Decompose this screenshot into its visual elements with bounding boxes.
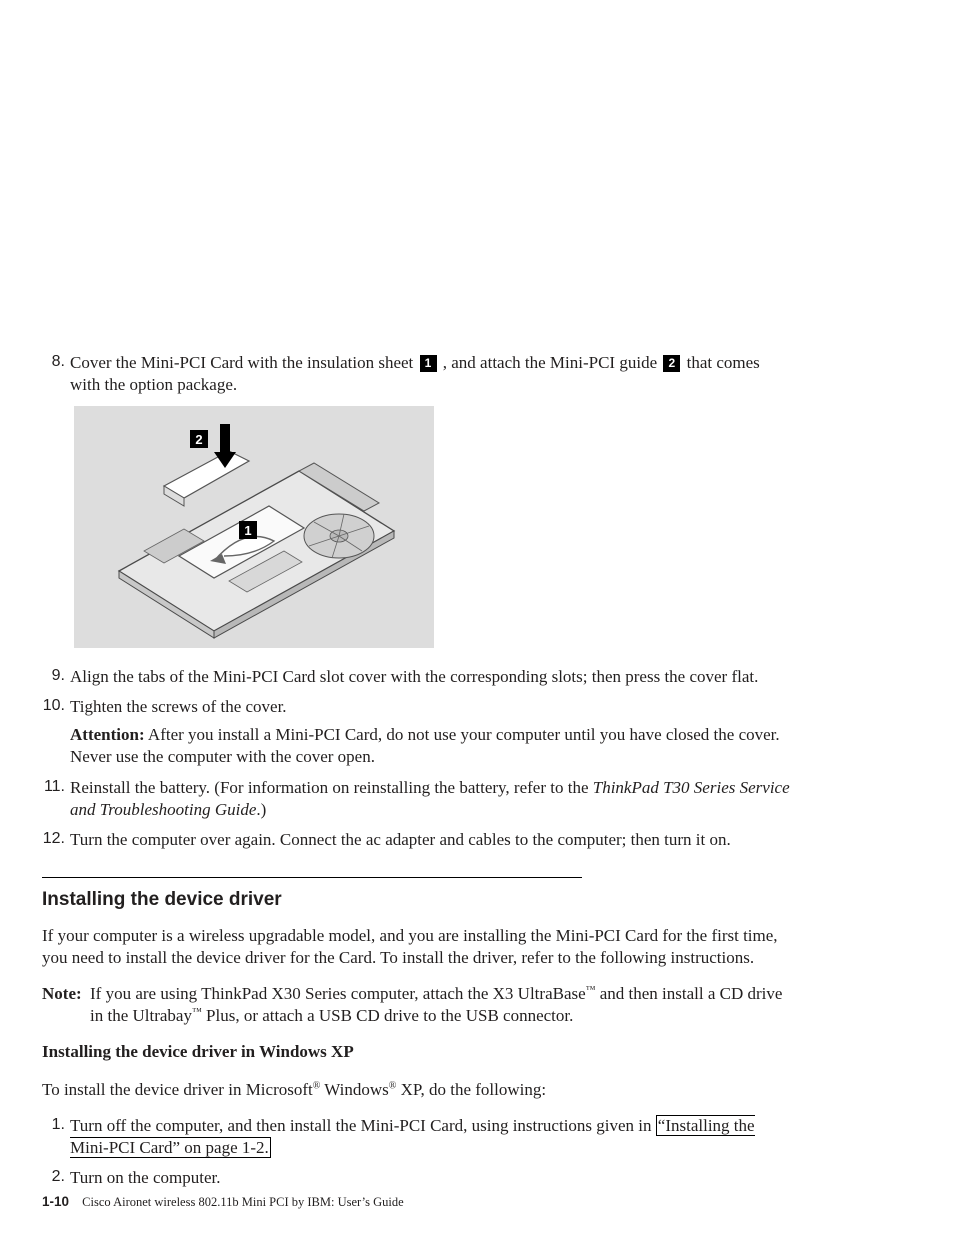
step-number: 10. [42,696,70,768]
step-9: 9. Align the tabs of the Mini-PCI Card s… [42,666,794,688]
note-label: Note: [42,983,90,1027]
intro-paragraph: If your computer is a wireless upgradabl… [42,925,794,969]
text: .) [256,800,266,819]
step-number: 1. [42,1115,70,1159]
note-block: Note: If you are using ThinkPad X30 Seri… [42,983,794,1027]
subsection-heading: Installing the device driver in Windows … [42,1041,794,1063]
text: Reinstall the battery. (For information … [70,778,593,797]
fig-callout-1: 1 [244,523,251,538]
step-number: 8. [42,352,70,396]
doc-title: Cisco Aironet wireless 802.11b Mini PCI … [82,1195,404,1209]
step-body: Reinstall the battery. (For information … [70,777,794,821]
step-number: 11. [42,777,70,821]
figure-mini-pci-cover: 2 1 [74,406,434,648]
step-12: 12. Turn the computer over again. Connec… [42,829,794,851]
section-heading: Installing the device driver [42,888,794,913]
install-step-list: 1. Turn off the computer, and then insta… [42,1115,794,1189]
page-number: 1-10 [42,1194,69,1209]
text: Tighten the screws of the cover. [70,697,287,716]
step-list-a: 8. Cover the Mini-PCI Card with the insu… [42,352,794,396]
section-divider [42,877,582,878]
callout-1-icon: 1 [420,355,437,372]
install-step-1: 1. Turn off the computer, and then insta… [42,1115,794,1159]
callout-2-icon: 2 [663,355,680,372]
step-10: 10. Tighten the screws of the cover. Att… [42,696,794,768]
text: Windows [320,1080,388,1099]
step-body: Turn on the computer. [70,1167,794,1189]
step-number: 2. [42,1167,70,1189]
step-number: 12. [42,829,70,851]
step-8: 8. Cover the Mini-PCI Card with the insu… [42,352,794,396]
step-11: 11. Reinstall the battery. (For informat… [42,777,794,821]
fig-callout-2: 2 [195,432,202,447]
step-list-b: 9. Align the tabs of the Mini-PCI Card s… [42,666,794,851]
step-number: 9. [42,666,70,688]
trademark-icon: ™ [586,984,596,995]
step-body: Tighten the screws of the cover. Attenti… [70,696,794,768]
text: Plus, or attach a USB CD drive to the US… [202,1006,574,1025]
text: If you are using ThinkPad X30 Series com… [90,984,586,1003]
text: To install the device driver in Microsof… [42,1080,313,1099]
page-footer: 1-10 Cisco Aironet wireless 802.11b Mini… [42,1193,404,1211]
text: XP, do the following: [396,1080,546,1099]
step-body: Align the tabs of the Mini-PCI Card slot… [70,666,794,688]
trademark-icon: ™ [192,1006,202,1017]
install-lead: To install the device driver in Microsof… [42,1079,794,1101]
note-text: If you are using ThinkPad X30 Series com… [90,983,794,1027]
attention-label: Attention: [70,725,145,744]
text: , and attach the Mini-PCI guide [443,353,662,372]
text: Turn off the computer, and then install … [70,1116,656,1135]
step-body: Cover the Mini-PCI Card with the insulat… [70,352,794,396]
step-body: Turn the computer over again. Connect th… [70,829,794,851]
attention-text: After you install a Mini-PCI Card, do no… [70,725,780,766]
text: Cover the Mini-PCI Card with the insulat… [70,353,418,372]
step-body: Turn off the computer, and then install … [70,1115,794,1159]
install-step-2: 2. Turn on the computer. [42,1167,794,1189]
